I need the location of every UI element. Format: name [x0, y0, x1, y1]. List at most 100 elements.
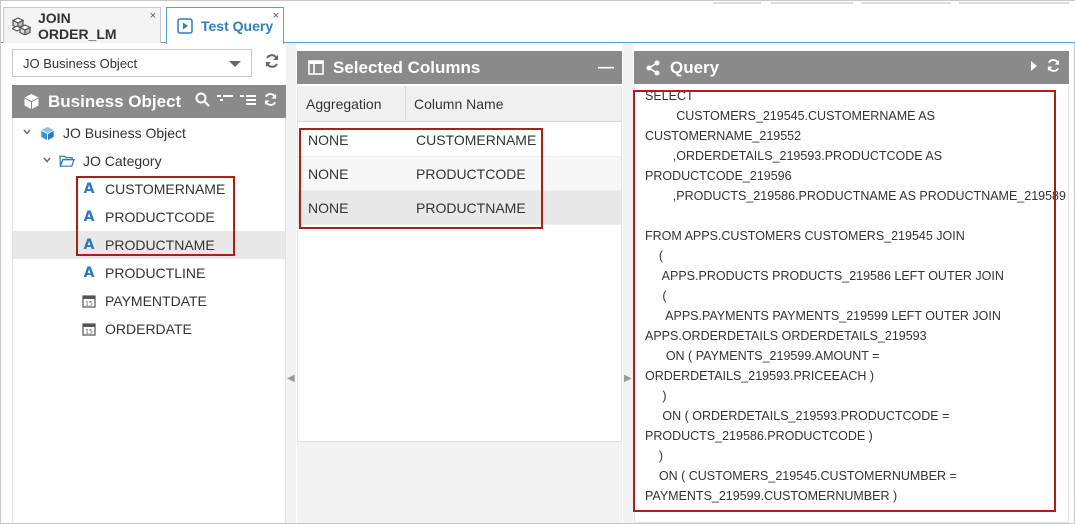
tree-item-paymentdate[interactable]: 15 PAYMENTDATE — [13, 287, 285, 315]
table-row[interactable]: NONE PRODUCTNAME — [298, 191, 621, 225]
query-line: CUSTOMERS_219545.CUSTOMERNAME AS — [645, 109, 935, 123]
query-line: ON ( CUSTOMERS_219545.CUSTOMERNUMBER = — [645, 469, 957, 483]
panel-actions — [195, 85, 278, 118]
table-row[interactable]: NONE CUSTOMERNAME — [298, 123, 621, 157]
grid-empty-area — [297, 442, 622, 523]
query-line: PRODUCTCODE_219596 — [645, 169, 792, 183]
tree-item-productcode[interactable]: A PRODUCTCODE — [13, 203, 285, 231]
grid-header: Aggregation Column Name — [298, 86, 621, 122]
cube-icon — [39, 125, 55, 141]
text-field-icon: A — [83, 237, 95, 253]
close-icon[interactable]: × — [273, 10, 279, 22]
tree-item-productline[interactable]: A PRODUCTLINE — [13, 259, 285, 287]
tree-label: JO Category — [83, 153, 162, 169]
business-object-selector: JO Business Object — [12, 49, 286, 77]
tree-label: PRODUCTCODE — [105, 209, 215, 225]
refresh-icon[interactable] — [1046, 58, 1061, 77]
business-object-dropdown[interactable]: JO Business Object — [12, 49, 252, 77]
text-field-icon: A — [83, 265, 95, 281]
chevron-down-icon[interactable] — [21, 127, 33, 140]
minimize-icon[interactable]: — — [598, 59, 614, 77]
panel-title: Selected Columns — [333, 57, 481, 77]
tree-item-customername[interactable]: A CUSTOMERNAME — [13, 175, 285, 203]
chevron-right-icon[interactable]: ▶ — [624, 373, 632, 384]
query-line: ,ORDERDETAILS_219593.PRODUCTCODE AS — [645, 149, 943, 163]
tab-label: JOIN ORDER_LM — [38, 9, 117, 42]
text-field-icon: A — [83, 209, 95, 225]
query-line: PAYMENTS_219599.CUSTOMERNUMBER ) — [645, 489, 898, 503]
selected-columns-grid: Aggregation Column Name NONE CUSTOMERNAM… — [297, 86, 622, 442]
query-line: CUSTOMERNAME_219552 — [645, 129, 802, 143]
tab-join-order[interactable]: JOIN ORDER_LM × — [3, 7, 161, 43]
folder-open-icon — [59, 153, 75, 169]
tree-label: PAYMENTDATE — [105, 293, 207, 309]
query-line: ( — [645, 289, 667, 303]
close-icon[interactable]: × — [150, 10, 156, 22]
cube-icon — [22, 93, 40, 111]
hidden-tab-strip — [959, 1, 1069, 4]
share-icon — [644, 59, 662, 77]
panel-title: Business Object — [48, 91, 182, 111]
tree-item-orderdate[interactable]: 15 ORDERDATE — [13, 315, 285, 343]
expand-all-icon[interactable] — [240, 93, 256, 111]
query-line: ) — [645, 449, 664, 463]
search-icon[interactable] — [195, 92, 210, 111]
panel-title: Query — [670, 57, 720, 77]
selected-columns-header: Selected Columns — — [297, 51, 622, 84]
column-header-aggregation[interactable]: Aggregation — [298, 86, 406, 121]
query-line: ON ( ORDERDETAILS_219593.PRODUCTCODE = — [645, 409, 950, 423]
cubes-icon — [12, 16, 32, 36]
calendar-icon: 15 — [81, 321, 97, 337]
play-icon — [175, 16, 195, 36]
chevron-left-icon[interactable]: ◀ — [287, 373, 295, 384]
tree-label: JO Business Object — [63, 125, 186, 141]
query-line: ON ( PAYMENTS_219599.AMOUNT = — [645, 349, 880, 363]
tree-label: CUSTOMERNAME — [105, 181, 226, 197]
query-line: ( — [645, 249, 664, 263]
business-object-header: Business Object — [12, 85, 286, 118]
right-splitter[interactable]: ▶ — [623, 43, 633, 523]
query-line: ORDERDETAILS_219593.PRICEEACH ) — [645, 369, 875, 383]
run-icon[interactable] — [1029, 59, 1039, 76]
column-header-column-name[interactable]: Column Name — [406, 86, 621, 121]
tree-item-productname[interactable]: A PRODUCTNAME — [13, 231, 285, 259]
query-line: PRODUCTS_219586.PRODUCTCODE ) — [645, 429, 873, 443]
tree-label: PRODUCTNAME — [105, 237, 215, 253]
collapse-all-icon[interactable] — [217, 93, 233, 111]
query-line: FROM APPS.CUSTOMERS CUSTOMERS_219545 JOI… — [645, 229, 965, 243]
panel-actions — [1029, 51, 1061, 84]
cell-aggregation: NONE — [308, 165, 349, 182]
query-line: APPS.PRODUCTS PRODUCTS_219586 LEFT OUTER… — [645, 269, 1004, 283]
chevron-down-icon[interactable] — [41, 155, 53, 168]
cell-aggregation: NONE — [308, 199, 349, 216]
tab-test-query[interactable]: Test Query × — [166, 7, 284, 44]
calendar-icon: 15 — [81, 293, 97, 309]
query-line: ) — [645, 389, 667, 403]
query-line: APPS.PAYMENTS PAYMENTS_219599 LEFT OUTER… — [645, 309, 1001, 323]
query-line: SELECT — [645, 89, 694, 103]
left-splitter[interactable]: ◀ — [286, 43, 296, 523]
tree-label: PRODUCTLINE — [105, 265, 206, 281]
query-header: Query — [634, 51, 1069, 84]
columns-icon — [307, 59, 325, 77]
svg-text:15: 15 — [85, 301, 93, 308]
table-row[interactable]: NONE PRODUCTCODE — [298, 157, 621, 191]
text-field-icon: A — [83, 181, 95, 197]
tree-node-category[interactable]: JO Category — [13, 147, 285, 175]
tree-label: ORDERDATE — [105, 321, 192, 337]
cell-column-name: PRODUCTCODE — [416, 165, 526, 182]
hidden-tab-strip — [771, 1, 853, 4]
cell-aggregation: NONE — [308, 131, 349, 148]
tree-node-root[interactable]: JO Business Object — [13, 119, 285, 147]
svg-text:15: 15 — [85, 329, 93, 336]
refresh-icon[interactable] — [263, 92, 278, 111]
cell-column-name: PRODUCTNAME — [416, 199, 526, 216]
business-object-tree: JO Business Object JO Category A CUSTOME… — [12, 118, 286, 523]
cell-column-name: CUSTOMERNAME — [416, 131, 537, 148]
query-text-area[interactable]: SELECT CUSTOMERS_219545.CUSTOMERNAME AS … — [634, 86, 1069, 523]
app-window: JOIN ORDER_LM × Test Query × JO Business… — [0, 0, 1075, 524]
tab-bar: JOIN ORDER_LM × Test Query × — [1, 1, 1075, 44]
hidden-tab-strip — [861, 1, 951, 4]
refresh-icon[interactable] — [258, 53, 286, 74]
query-line: APPS.ORDERDETAILS ORDERDETAILS_219593 — [645, 329, 927, 343]
